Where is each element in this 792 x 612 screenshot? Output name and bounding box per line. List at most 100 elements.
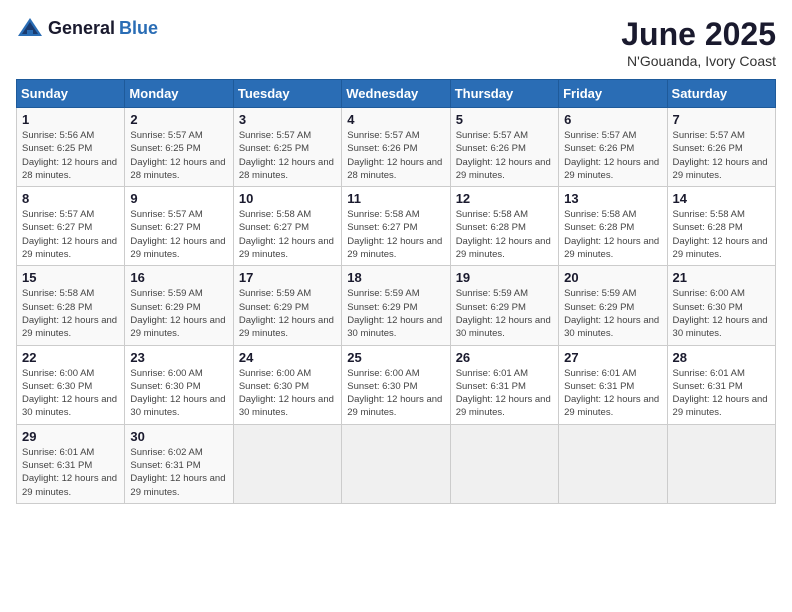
day-info: Sunrise: 6:00 AMSunset: 6:30 PMDaylight:… — [22, 367, 119, 420]
day-number: 9 — [130, 191, 227, 206]
day-info: Sunrise: 6:00 AMSunset: 6:30 PMDaylight:… — [673, 287, 770, 340]
weekday-header-saturday: Saturday — [667, 80, 775, 108]
calendar-cell: 6 Sunrise: 5:57 AMSunset: 6:26 PMDaylight… — [559, 108, 667, 187]
day-info: Sunrise: 5:59 AMSunset: 6:29 PMDaylight:… — [239, 287, 336, 340]
calendar-week-1: 1 Sunrise: 5:56 AMSunset: 6:25 PMDaylight… — [17, 108, 776, 187]
day-info: Sunrise: 5:57 AMSunset: 6:26 PMDaylight:… — [347, 129, 444, 182]
day-info: Sunrise: 5:58 AMSunset: 6:27 PMDaylight:… — [239, 208, 336, 261]
day-number: 23 — [130, 350, 227, 365]
calendar-cell: 25 Sunrise: 6:00 AMSunset: 6:30 PMDayligh… — [342, 345, 450, 424]
day-info: Sunrise: 5:58 AMSunset: 6:28 PMDaylight:… — [456, 208, 553, 261]
day-number: 13 — [564, 191, 661, 206]
day-info: Sunrise: 5:57 AMSunset: 6:26 PMDaylight:… — [673, 129, 770, 182]
calendar-cell: 1 Sunrise: 5:56 AMSunset: 6:25 PMDaylight… — [17, 108, 125, 187]
general-blue-icon — [16, 16, 44, 40]
day-info: Sunrise: 5:57 AMSunset: 6:26 PMDaylight:… — [456, 129, 553, 182]
day-number: 29 — [22, 429, 119, 444]
day-number: 22 — [22, 350, 119, 365]
day-number: 7 — [673, 112, 770, 127]
day-number: 21 — [673, 270, 770, 285]
weekday-header-tuesday: Tuesday — [233, 80, 341, 108]
day-number: 12 — [456, 191, 553, 206]
day-number: 24 — [239, 350, 336, 365]
day-number: 1 — [22, 112, 119, 127]
calendar-cell: 17 Sunrise: 5:59 AMSunset: 6:29 PMDayligh… — [233, 266, 341, 345]
calendar-cell: 13 Sunrise: 5:58 AMSunset: 6:28 PMDayligh… — [559, 187, 667, 266]
calendar-cell: 16Sunrise: 5:59 AMSunset: 6:29 PMDayligh… — [125, 266, 233, 345]
day-number: 17 — [239, 270, 336, 285]
logo-blue-text: Blue — [119, 18, 158, 39]
calendar-cell: 28Sunrise: 6:01 AMSunset: 6:31 PMDayligh… — [667, 345, 775, 424]
day-info: Sunrise: 5:57 AMSunset: 6:25 PMDaylight:… — [130, 129, 227, 182]
calendar-cell: 27Sunrise: 6:01 AMSunset: 6:31 PMDayligh… — [559, 345, 667, 424]
day-info: Sunrise: 6:00 AMSunset: 6:30 PMDaylight:… — [347, 367, 444, 420]
calendar-week-4: 22 Sunrise: 6:00 AMSunset: 6:30 PMDayligh… — [17, 345, 776, 424]
day-number: 18 — [347, 270, 444, 285]
day-info: Sunrise: 5:58 AMSunset: 6:28 PMDaylight:… — [564, 208, 661, 261]
weekday-header-friday: Friday — [559, 80, 667, 108]
day-number: 11 — [347, 191, 444, 206]
day-info: Sunrise: 6:00 AMSunset: 6:30 PMDaylight:… — [130, 367, 227, 420]
day-number: 19 — [456, 270, 553, 285]
logo-lockup: General Blue — [16, 16, 158, 40]
calendar-cell: 12 Sunrise: 5:58 AMSunset: 6:28 PMDayligh… — [450, 187, 558, 266]
calendar-cell: 18Sunrise: 5:59 AMSunset: 6:29 PMDayligh… — [342, 266, 450, 345]
calendar-cell: 29Sunrise: 6:01 AMSunset: 6:31 PMDayligh… — [17, 424, 125, 503]
day-info: Sunrise: 5:56 AMSunset: 6:25 PMDaylight:… — [22, 129, 119, 182]
title-area: June 2025 N'Gouanda, Ivory Coast — [621, 16, 776, 69]
day-info: Sunrise: 6:00 AMSunset: 6:30 PMDaylight:… — [239, 367, 336, 420]
day-number: 5 — [456, 112, 553, 127]
calendar-cell: 24 Sunrise: 6:00 AMSunset: 6:30 PMDayligh… — [233, 345, 341, 424]
calendar-cell — [342, 424, 450, 503]
day-number: 30 — [130, 429, 227, 444]
day-number: 8 — [22, 191, 119, 206]
weekday-header-monday: Monday — [125, 80, 233, 108]
day-info: Sunrise: 6:01 AMSunset: 6:31 PMDaylight:… — [564, 367, 661, 420]
day-info: Sunrise: 5:57 AMSunset: 6:27 PMDaylight:… — [22, 208, 119, 261]
calendar-cell: 3 Sunrise: 5:57 AMSunset: 6:25 PMDaylight… — [233, 108, 341, 187]
day-number: 14 — [673, 191, 770, 206]
day-info: Sunrise: 5:57 AMSunset: 6:25 PMDaylight:… — [239, 129, 336, 182]
calendar-cell: 20Sunrise: 5:59 AMSunset: 6:29 PMDayligh… — [559, 266, 667, 345]
calendar-cell — [667, 424, 775, 503]
weekday-header-row: SundayMondayTuesdayWednesdayThursdayFrid… — [17, 80, 776, 108]
day-info: Sunrise: 5:57 AMSunset: 6:27 PMDaylight:… — [130, 208, 227, 261]
calendar-cell: 19 Sunrise: 5:59 AMSunset: 6:29 PMDayligh… — [450, 266, 558, 345]
calendar-cell: 21 Sunrise: 6:00 AMSunset: 6:30 PMDayligh… — [667, 266, 775, 345]
calendar-cell: 23 Sunrise: 6:00 AMSunset: 6:30 PMDayligh… — [125, 345, 233, 424]
day-info: Sunrise: 6:01 AMSunset: 6:31 PMDaylight:… — [456, 367, 553, 420]
day-info: Sunrise: 5:58 AMSunset: 6:27 PMDaylight:… — [347, 208, 444, 261]
calendar-cell: 22 Sunrise: 6:00 AMSunset: 6:30 PMDayligh… — [17, 345, 125, 424]
day-info: Sunrise: 5:59 AMSunset: 6:29 PMDaylight:… — [456, 287, 553, 340]
calendar-cell — [559, 424, 667, 503]
weekday-header-thursday: Thursday — [450, 80, 558, 108]
calendar-cell: 26Sunrise: 6:01 AMSunset: 6:31 PMDayligh… — [450, 345, 558, 424]
calendar-cell: 11 Sunrise: 5:58 AMSunset: 6:27 PMDayligh… — [342, 187, 450, 266]
logo-general-text: General — [48, 18, 115, 39]
day-number: 16 — [130, 270, 227, 285]
day-number: 28 — [673, 350, 770, 365]
calendar-cell: 2 Sunrise: 5:57 AMSunset: 6:25 PMDaylight… — [125, 108, 233, 187]
day-number: 6 — [564, 112, 661, 127]
day-number: 3 — [239, 112, 336, 127]
day-info: Sunrise: 5:58 AMSunset: 6:28 PMDaylight:… — [673, 208, 770, 261]
day-number: 25 — [347, 350, 444, 365]
month-title: June 2025 — [621, 16, 776, 53]
weekday-header-sunday: Sunday — [17, 80, 125, 108]
calendar-cell: 15Sunrise: 5:58 AMSunset: 6:28 PMDayligh… — [17, 266, 125, 345]
day-number: 10 — [239, 191, 336, 206]
calendar-cell: 8 Sunrise: 5:57 AMSunset: 6:27 PMDaylight… — [17, 187, 125, 266]
calendar-body: 1 Sunrise: 5:56 AMSunset: 6:25 PMDaylight… — [17, 108, 776, 504]
day-number: 4 — [347, 112, 444, 127]
calendar-cell: 10 Sunrise: 5:58 AMSunset: 6:27 PMDayligh… — [233, 187, 341, 266]
calendar-cell: 7 Sunrise: 5:57 AMSunset: 6:26 PMDaylight… — [667, 108, 775, 187]
day-info: Sunrise: 5:57 AMSunset: 6:26 PMDaylight:… — [564, 129, 661, 182]
day-number: 15 — [22, 270, 119, 285]
day-number: 2 — [130, 112, 227, 127]
day-number: 20 — [564, 270, 661, 285]
calendar-week-3: 15Sunrise: 5:58 AMSunset: 6:28 PMDayligh… — [17, 266, 776, 345]
calendar-week-5: 29Sunrise: 6:01 AMSunset: 6:31 PMDayligh… — [17, 424, 776, 503]
day-info: Sunrise: 6:02 AMSunset: 6:31 PMDaylight:… — [130, 446, 227, 499]
calendar-cell: 9 Sunrise: 5:57 AMSunset: 6:27 PMDaylight… — [125, 187, 233, 266]
calendar-cell — [233, 424, 341, 503]
